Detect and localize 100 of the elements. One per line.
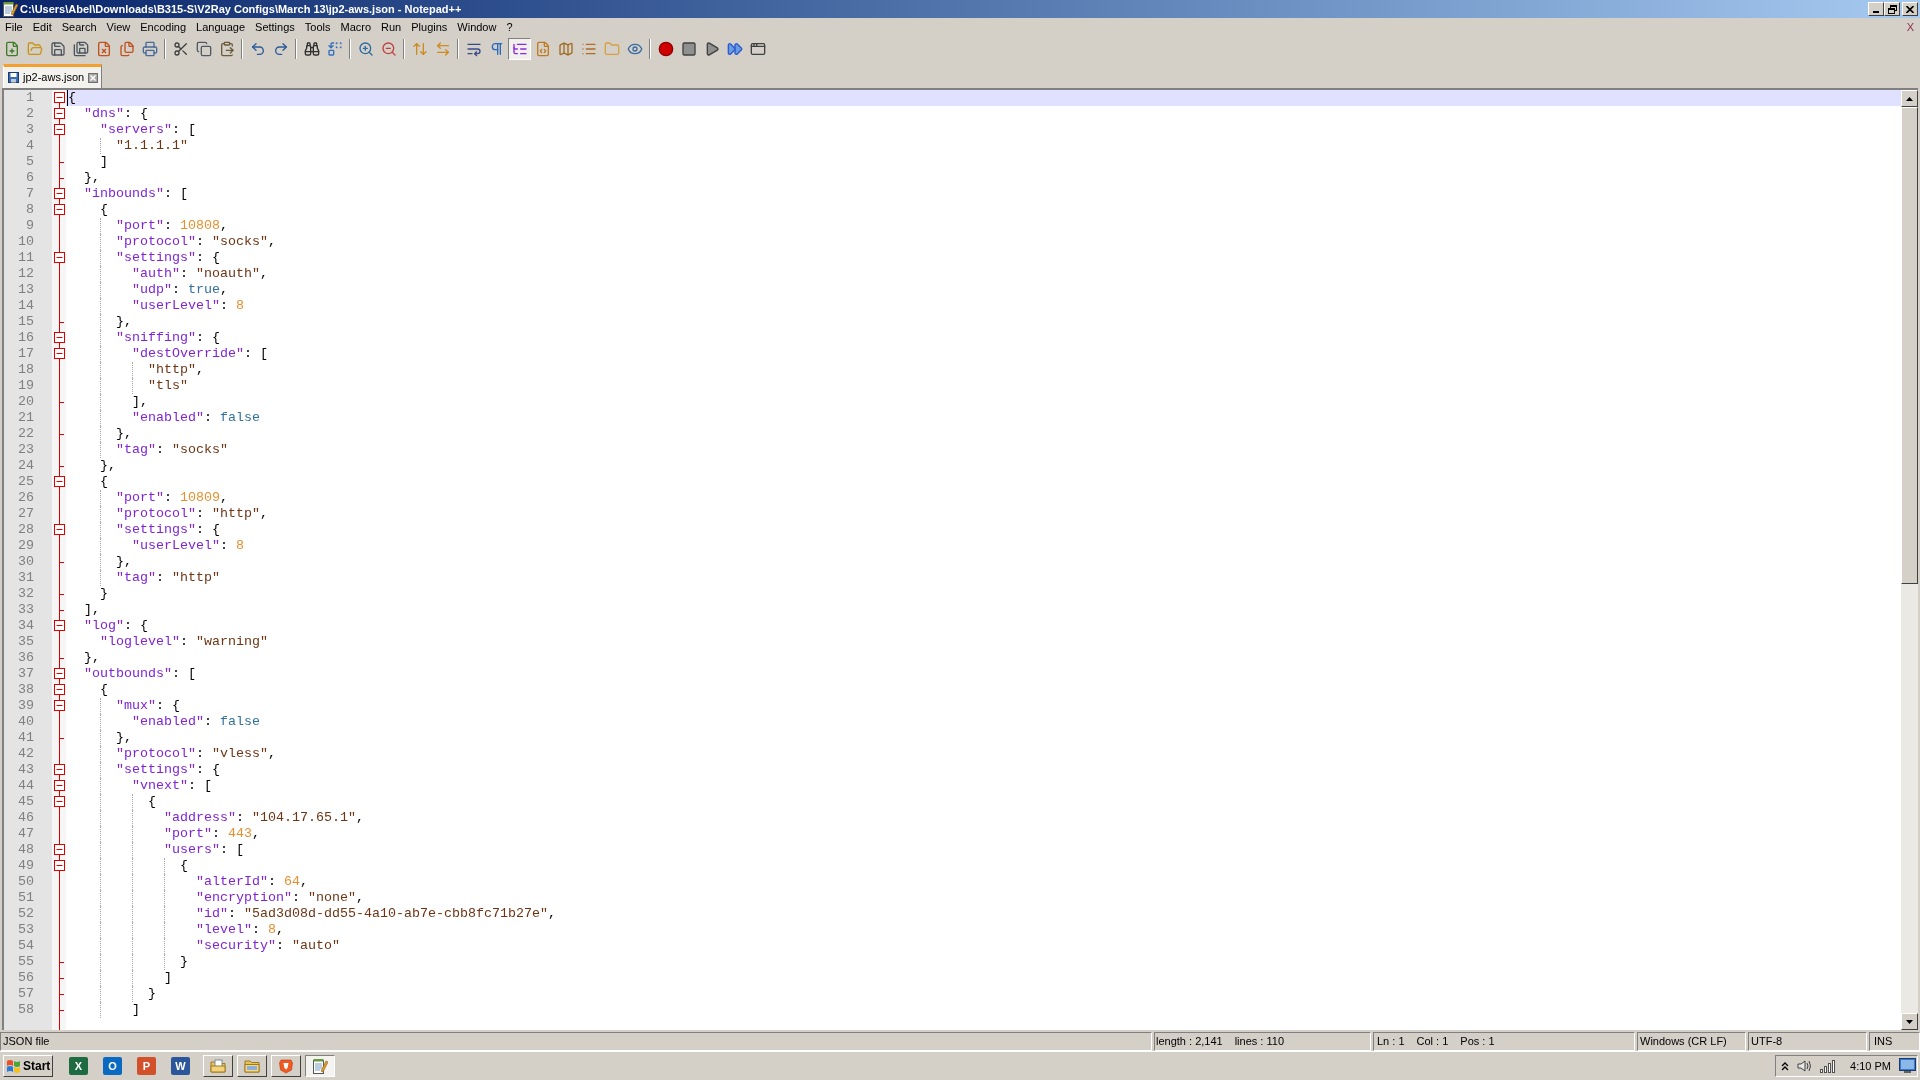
menu-item[interactable]: Window: [452, 19, 502, 35]
line-number: 44: [18, 778, 34, 794]
code-line: "settings": {: [116, 522, 220, 538]
code-line: "port": 10808,: [116, 218, 228, 234]
line-number: 4: [26, 138, 34, 154]
code-line: "enabled": false: [132, 714, 260, 730]
minus-box-icon[interactable]: [54, 796, 65, 807]
menu-item[interactable]: Settings: [250, 19, 300, 35]
line-number: 28: [18, 522, 34, 538]
quick-launch-button[interactable]: P: [137, 1057, 156, 1075]
horizontal-arrows-icon: [434, 41, 451, 57]
close-icon[interactable]: [88, 72, 99, 83]
quick-launch-button[interactable]: X: [69, 1057, 88, 1075]
minus-box-icon[interactable]: [54, 620, 65, 631]
file-plus-icon: [3, 41, 20, 57]
menu-item[interactable]: Run: [376, 19, 407, 35]
minus-box-icon[interactable]: [54, 700, 65, 711]
code-line: "userLevel": 8: [132, 298, 244, 314]
menu-item[interactable]: View: [101, 19, 136, 35]
app-icon: [2, 1, 18, 17]
menu-item[interactable]: Encoding: [135, 19, 192, 35]
line-number: 57: [18, 986, 34, 1002]
replace-icon: [326, 41, 343, 57]
menu-item[interactable]: Macro: [335, 19, 377, 35]
folder-icon: [244, 1058, 260, 1074]
document-tab[interactable]: jp2-aws.json: [3, 64, 103, 88]
line-number: 29: [18, 538, 34, 554]
minus-box-icon[interactable]: [54, 204, 65, 215]
close-button[interactable]: [1902, 2, 1918, 16]
minus-box-icon[interactable]: [54, 332, 65, 343]
signal-bars-icon[interactable]: [1820, 1059, 1837, 1073]
code-line: "sniffing": {: [116, 330, 220, 346]
minus-box-icon[interactable]: [54, 252, 65, 263]
minus-box-icon[interactable]: [54, 124, 65, 135]
char-position-label: Pos : 1: [1460, 1034, 1495, 1050]
window-title: C:\Users\Abel\Downloads\B315-S\V2Ray Configs\March 13\jp2-aws.json - Notepad++: [20, 2, 462, 16]
record-icon: [657, 41, 674, 57]
line-number: 26: [18, 490, 34, 506]
encoding-label: UTF-8: [1751, 1034, 1783, 1050]
minus-box-icon[interactable]: [54, 92, 65, 103]
minus-box-icon[interactable]: [54, 764, 65, 775]
minimize-button[interactable]: [1868, 2, 1884, 16]
minus-box-icon[interactable]: [54, 188, 65, 199]
scroll-thumb[interactable]: [1901, 107, 1918, 584]
start-button[interactable]: Start: [3, 1055, 53, 1077]
minus-box-icon[interactable]: [54, 476, 65, 487]
line-number: 50: [18, 874, 34, 890]
binoculars-icon: [303, 41, 320, 57]
restore-button[interactable]: [1884, 2, 1900, 16]
close-icon: [1906, 5, 1914, 13]
line-number: 34: [18, 618, 34, 634]
code-line: "address": "104.17.65.1",: [163, 810, 364, 826]
folder-pages-icon: [210, 1058, 226, 1074]
line-number: 14: [18, 298, 34, 314]
close-document-button[interactable]: X: [1906, 20, 1914, 34]
minus-box-icon[interactable]: [54, 844, 65, 855]
line-number: 19: [18, 378, 34, 394]
code-line: },: [84, 170, 100, 186]
line-number: 48: [18, 842, 34, 858]
indent-guide-button[interactable]: [508, 38, 531, 60]
code-line: "port": 443,: [163, 826, 260, 842]
vertical-arrows-icon: [411, 41, 428, 57]
zoom-out-icon: [380, 41, 397, 57]
menu-item[interactable]: ?: [501, 19, 518, 35]
menu-item[interactable]: File: [0, 19, 28, 35]
line-number: 15: [18, 314, 34, 330]
minus-box-icon[interactable]: [54, 668, 65, 679]
code-line: "inbounds": [: [84, 186, 188, 202]
scroll-up-button[interactable]: [1901, 90, 1918, 107]
clipboard-icon: [218, 41, 235, 57]
line-ending-label: Windows (CR LF): [1640, 1034, 1727, 1050]
line-number: 53: [18, 922, 34, 938]
menu-item[interactable]: Language: [191, 19, 251, 35]
quick-launch-button[interactable]: O: [103, 1057, 122, 1075]
code-line: "port": 10809,: [116, 490, 228, 506]
minus-box-icon[interactable]: [54, 108, 65, 119]
chevron-up-icon[interactable]: [1781, 1061, 1790, 1071]
menu-item[interactable]: Search: [56, 19, 102, 35]
menu-item[interactable]: Edit: [27, 19, 57, 35]
speaker-icon[interactable]: [1797, 1059, 1813, 1073]
minus-box-icon[interactable]: [54, 348, 65, 359]
line-number: 55: [18, 954, 34, 970]
minus-box-icon[interactable]: [54, 524, 65, 535]
stop-icon: [680, 41, 697, 57]
length-label: length : 2,141: [1156, 1034, 1223, 1050]
minus-box-icon[interactable]: [54, 860, 65, 871]
line-number: 9: [26, 218, 34, 234]
menu-item[interactable]: Plugins: [406, 19, 453, 35]
minus-box-icon[interactable]: [54, 780, 65, 791]
code-line: },: [116, 730, 132, 746]
quick-launch-button[interactable]: W: [171, 1057, 190, 1075]
minus-box-icon[interactable]: [54, 684, 65, 695]
code-line: "userLevel": 8: [132, 538, 244, 554]
code-line: ],: [84, 602, 100, 618]
taskbar-window-button[interactable]: [305, 1055, 335, 1077]
scroll-down-button[interactable]: [1901, 1013, 1918, 1030]
menu-item[interactable]: Tools: [299, 19, 336, 35]
line-number: 17: [18, 346, 34, 362]
line-number: 10: [18, 234, 34, 250]
desktop-icon[interactable]: [1899, 1058, 1916, 1074]
